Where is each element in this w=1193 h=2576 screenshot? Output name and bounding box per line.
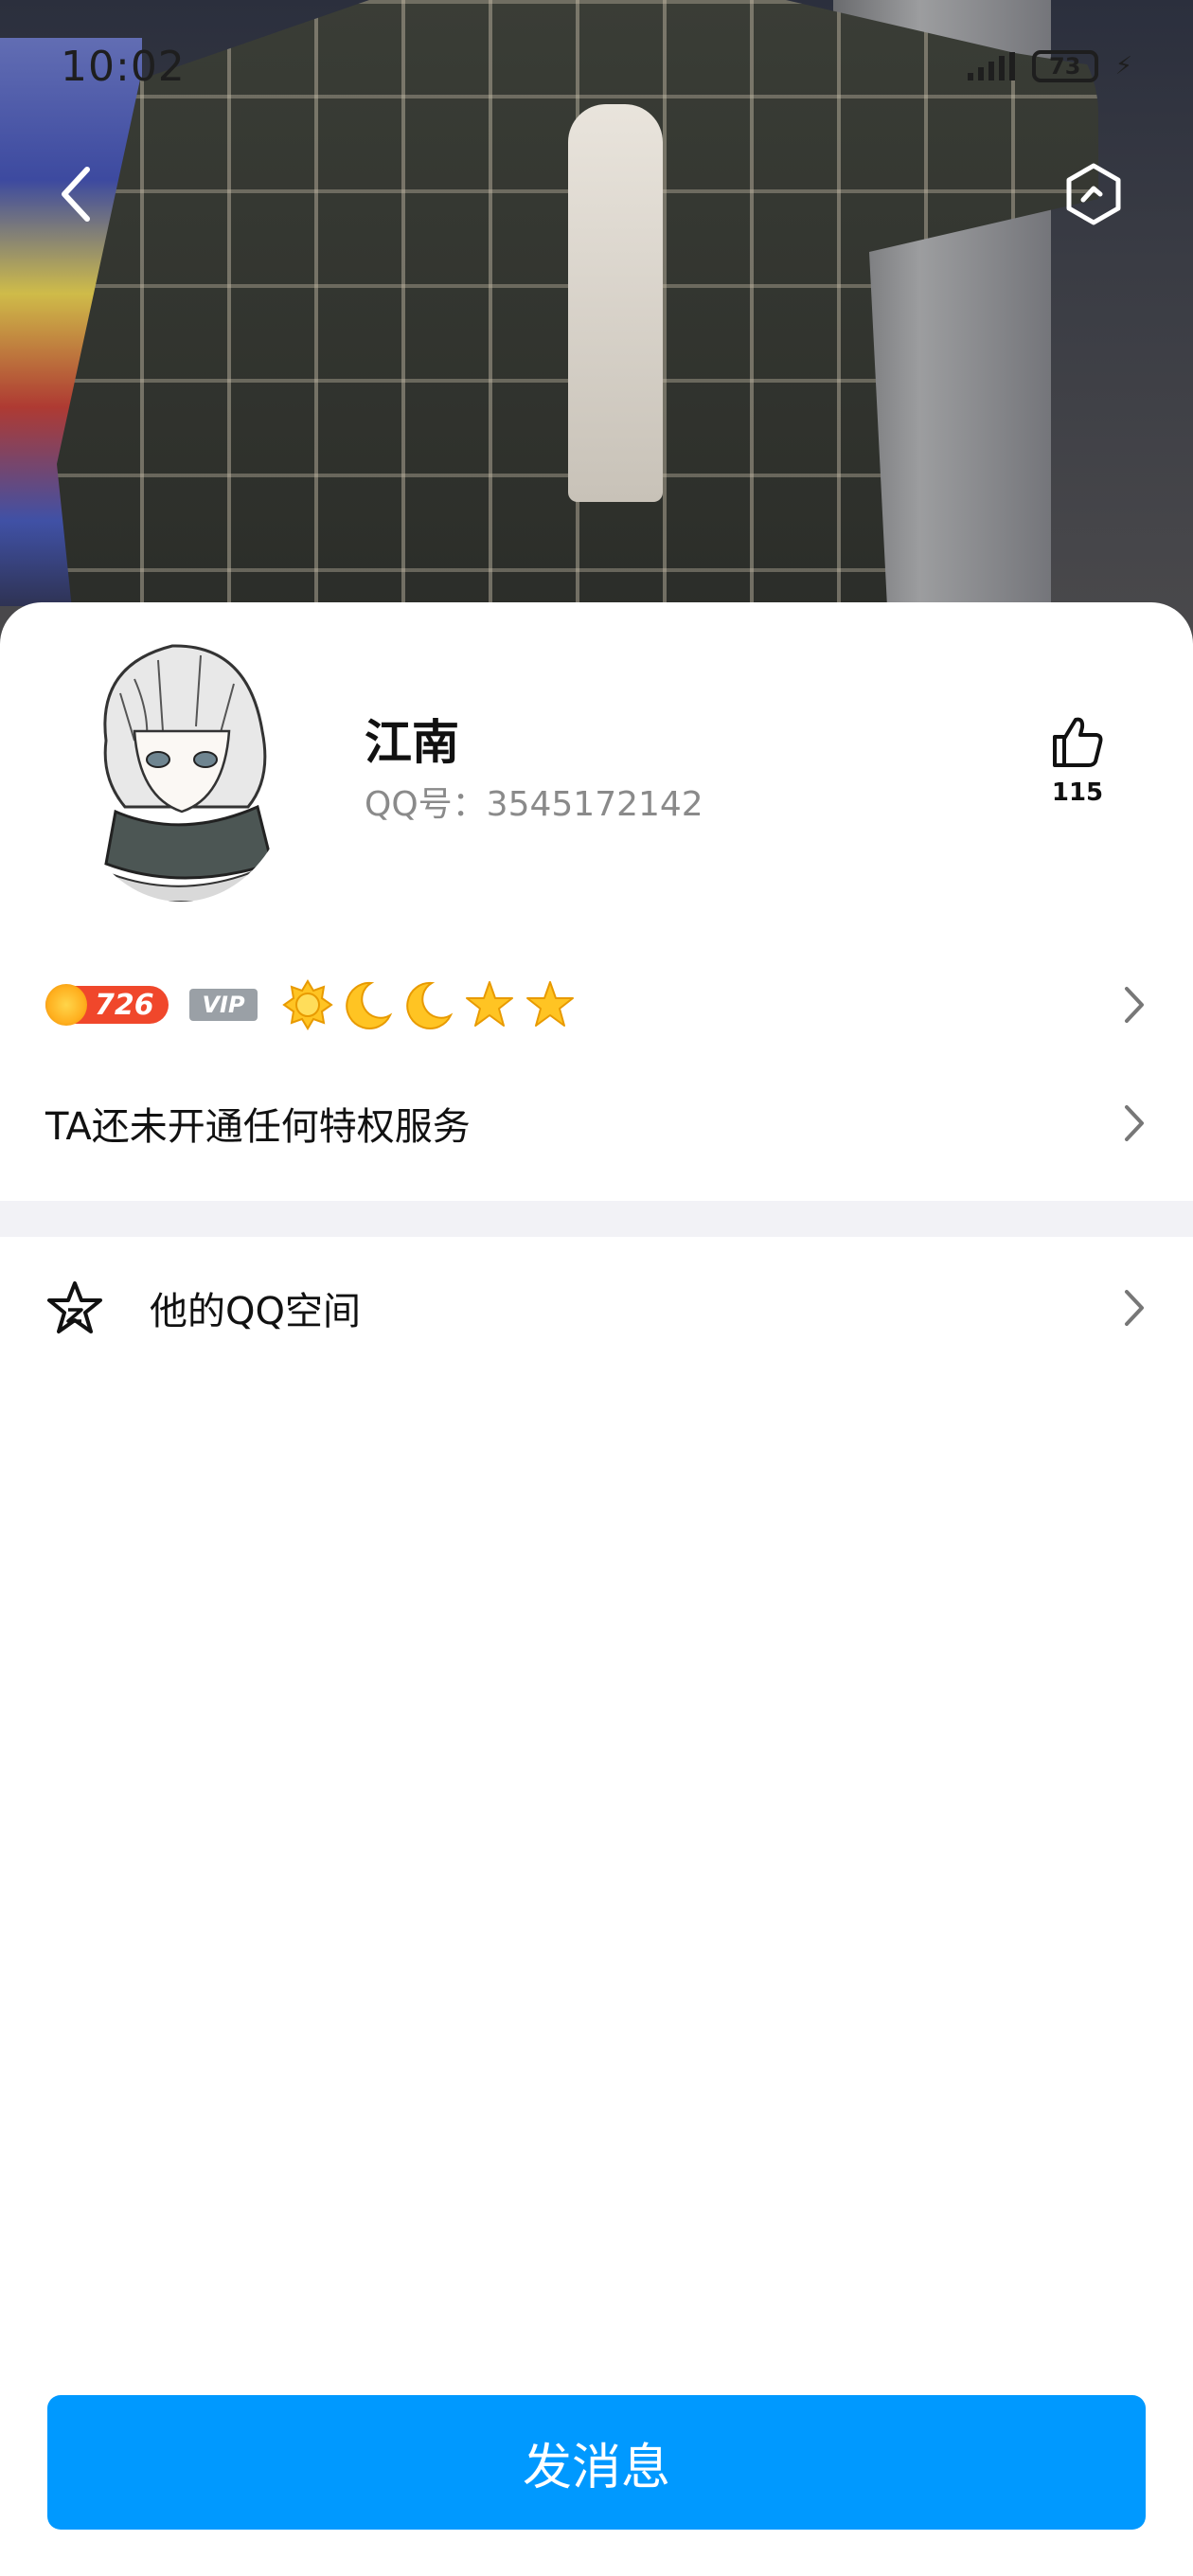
- battery-icon: 73: [1031, 50, 1098, 82]
- star-icon: [526, 981, 574, 1027]
- status-indicators: 73 ⚡: [967, 50, 1132, 82]
- sun-icon: [282, 979, 333, 1030]
- status-time: 10:02: [61, 42, 186, 91]
- star-icon: [466, 981, 513, 1027]
- signal-icon: [967, 52, 1015, 80]
- charging-icon: ⚡: [1114, 52, 1132, 80]
- qzone-label: 他的QQ空间: [150, 1290, 361, 1333]
- qzone-row[interactable]: 他的QQ空间: [0, 1256, 1193, 1360]
- qq-number: QQ号：3545172142: [365, 785, 703, 824]
- chevron-right-icon: [1125, 987, 1144, 1023]
- avatar[interactable]: [68, 627, 294, 902]
- chevron-right-icon: [1125, 1105, 1144, 1141]
- chevron-right-icon: [1125, 1290, 1144, 1326]
- profile-card: 江南 QQ号：3545172142 115 726 VIP TA还未开通任何特权…: [0, 602, 1193, 2576]
- back-button[interactable]: [38, 152, 114, 237]
- moon-icon: [406, 981, 454, 1029]
- moon-icon: [346, 981, 393, 1029]
- battery-level: 73: [1049, 53, 1081, 80]
- status-bar: 10:02 73 ⚡: [0, 0, 1193, 133]
- qzone-star-icon: [47, 1281, 102, 1333]
- more-settings-button[interactable]: [1056, 156, 1131, 232]
- nickname: 江南: [365, 715, 459, 770]
- hexagon-icon: [1066, 163, 1121, 225]
- vip-tag: VIP: [189, 989, 258, 1021]
- send-message-button[interactable]: 发消息: [47, 2395, 1146, 2530]
- level-row[interactable]: 726 VIP: [0, 953, 1193, 1057]
- avatar-image: [68, 627, 294, 902]
- section-divider: [0, 1201, 1193, 1237]
- level-value: 726: [95, 988, 154, 1022]
- privilege-text: TA还未开通任何特权服务: [45, 1105, 471, 1149]
- like-count: 115: [1051, 778, 1104, 807]
- chevron-left-icon: [62, 167, 90, 222]
- cover-tshirt: [568, 104, 663, 502]
- thumbs-up-icon: [1053, 717, 1103, 767]
- privilege-row[interactable]: TA还未开通任何特权服务: [0, 1071, 1193, 1175]
- level-sun-icon: [45, 984, 87, 1026]
- level-icons: [282, 979, 576, 1030]
- level-badge: 726: [45, 984, 169, 1026]
- like-button[interactable]: 115: [1042, 714, 1113, 807]
